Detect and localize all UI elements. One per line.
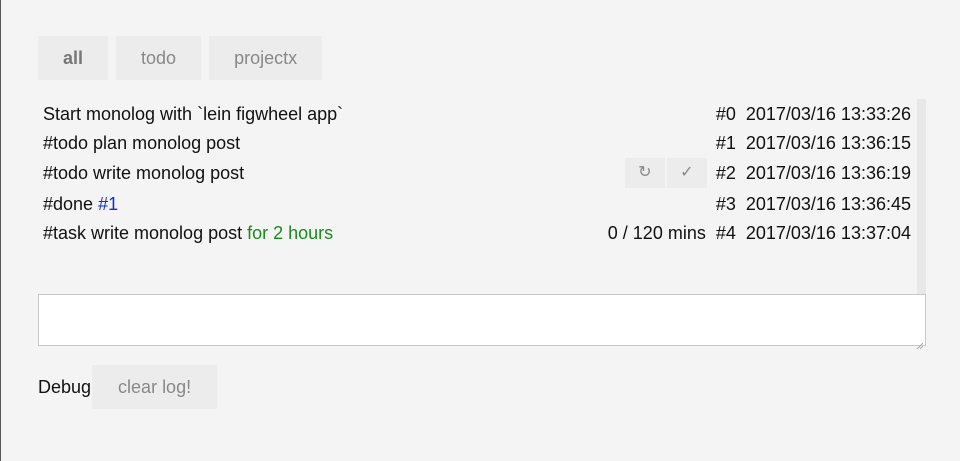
- task-duration: for 2 hours: [247, 222, 334, 243]
- debug-section: Debug clear log!: [38, 365, 218, 409]
- log-entry-tag-text: #done: [43, 193, 99, 214]
- log-list: Start monolog with `lein figwheel app` #…: [38, 99, 926, 295]
- log-entry-timestamp: 2017/03/16 13:36:15: [745, 132, 911, 153]
- clear-log-button[interactable]: clear log!: [92, 365, 218, 409]
- log-entry: Start monolog with `lein figwheel app` #…: [43, 99, 911, 129]
- log-entry-id: #4: [715, 222, 736, 243]
- tab-todo[interactable]: todo: [116, 36, 202, 80]
- log-entry-id: #1: [715, 132, 736, 153]
- log-entry-id: #3: [715, 193, 736, 214]
- tab-all[interactable]: all: [38, 36, 109, 80]
- log-entry-timestamp: 2017/03/16 13:33:26: [745, 103, 911, 124]
- log-entry-timestamp: 2017/03/16 13:36:19: [745, 162, 911, 183]
- log-entry-text: #task write monolog post for 2 hours: [43, 223, 608, 244]
- log-entry: #task write monolog post for 2 hours 0 /…: [43, 218, 911, 248]
- log-entry-tag-text: #task write monolog post: [43, 222, 248, 243]
- check-icon[interactable]: ✓: [666, 158, 707, 188]
- tag-filter-tabs: all todo projectx: [38, 36, 323, 80]
- tab-projectx[interactable]: projectx: [209, 36, 323, 80]
- log-entry-timestamp: 2017/03/16 13:37:04: [745, 222, 911, 243]
- log-entry-text: Start monolog with `lein figwheel app`: [43, 103, 344, 124]
- log-entry: #todo plan monolog post #1 2017/03/16 13…: [43, 128, 911, 158]
- log-scrollbar[interactable]: [917, 99, 926, 295]
- log-entry-timestamp: 2017/03/16 13:36:45: [745, 193, 911, 214]
- log-entry-text: #done #1: [43, 194, 716, 215]
- log-entry-text: #todo plan monolog post: [43, 132, 241, 153]
- log-entry-id: #2: [715, 162, 736, 183]
- log-entry-id: #0: [715, 103, 736, 124]
- resize-grip-icon[interactable]: [916, 336, 924, 350]
- log-entry-input[interactable]: [38, 294, 926, 346]
- redo-icon[interactable]: ↻: [624, 158, 665, 188]
- debug-label: Debug: [38, 376, 92, 397]
- log-entry-text: #todo write monolog post: [43, 162, 245, 183]
- log-entry: #todo write monolog post ↻ ✓ #2 2017/03/…: [43, 158, 911, 188]
- entry-reference-link[interactable]: #1: [98, 194, 118, 214]
- log-entry: #done #1 #3 2017/03/16 13:36:45: [43, 189, 911, 219]
- task-progress: 0 / 120 mins: [607, 222, 706, 243]
